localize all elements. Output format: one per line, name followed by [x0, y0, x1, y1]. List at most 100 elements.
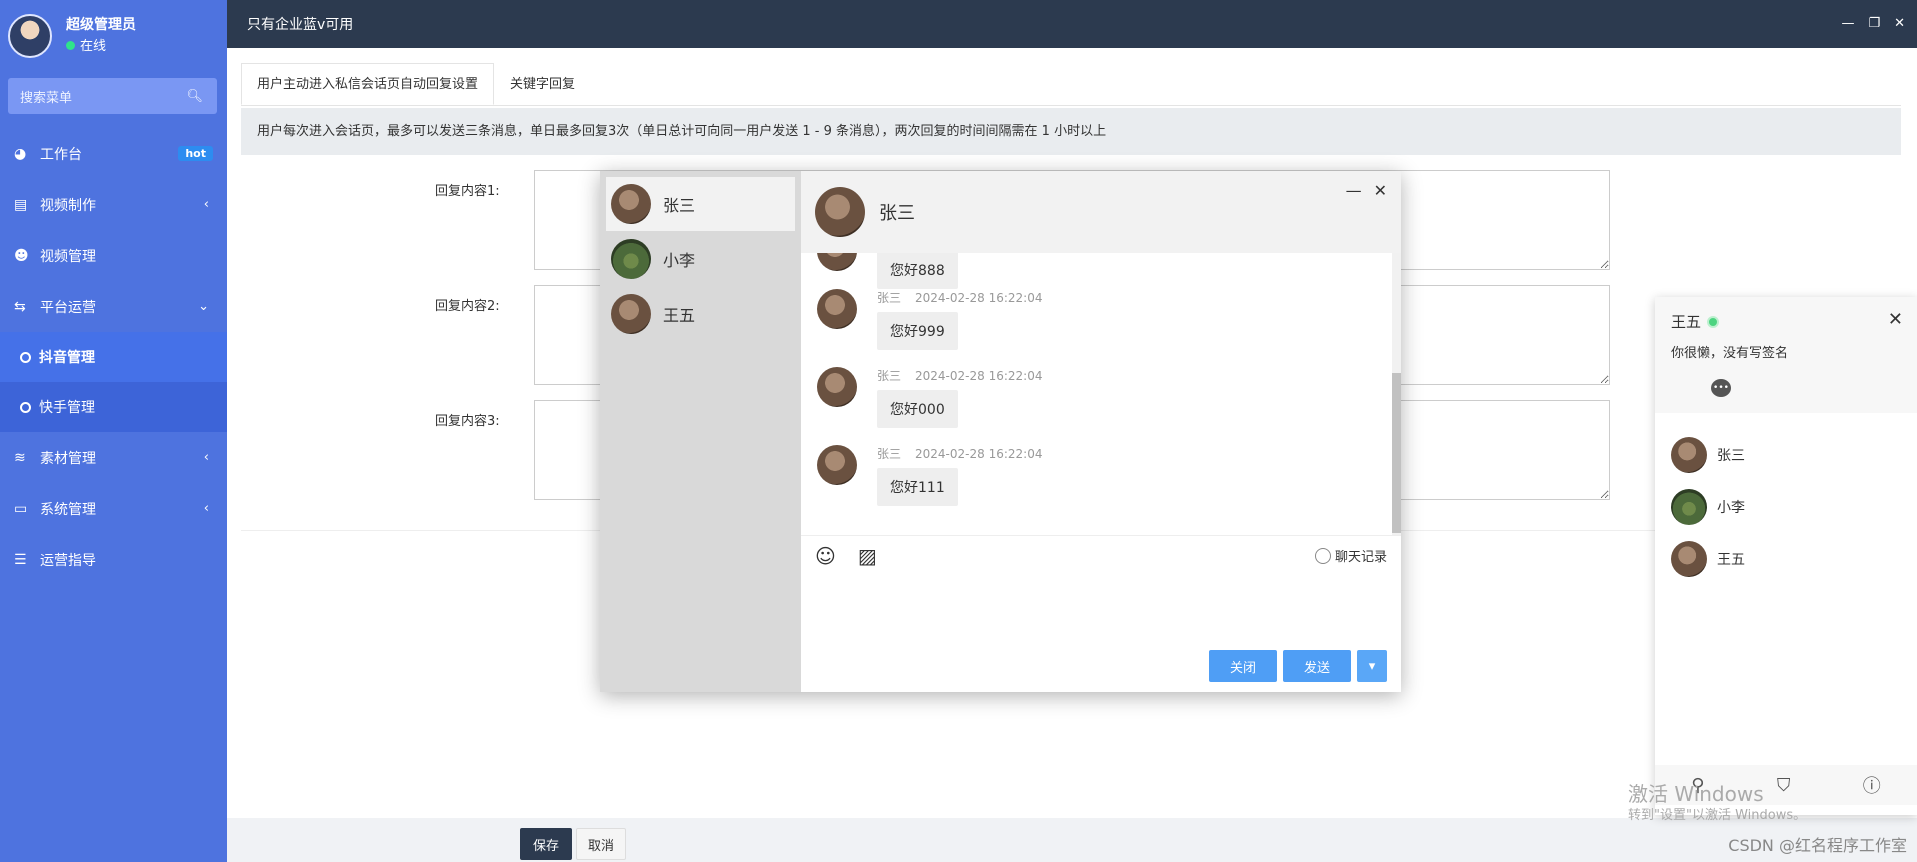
avatar: [611, 294, 651, 334]
online-dot-icon: [1707, 315, 1720, 328]
close-button[interactable]: 关闭: [1209, 650, 1277, 682]
chat-list-item[interactable]: 小李: [606, 232, 795, 286]
dashboard-icon: ◕: [14, 145, 27, 162]
reply-label-3: 回复内容3:: [435, 414, 500, 429]
message-time: 2024-02-28 16:22:04: [915, 369, 1043, 383]
message-sender: 张三: [877, 447, 902, 461]
send-options-button[interactable]: ▾: [1357, 650, 1387, 682]
chevron-left-icon: ‹: [203, 197, 209, 212]
save-button[interactable]: 保存: [520, 828, 572, 860]
message-input[interactable]: [801, 575, 1401, 645]
avatar: [817, 367, 857, 407]
message-time: 2024-02-28 16:22:04: [915, 291, 1043, 305]
contact-name: 王五: [1671, 313, 1702, 331]
contacts-panel: 王五 你很懒，没有写签名 ✕ ••• 张三 小李 王五 ⚲ ⛉ ⓘ: [1655, 297, 1917, 815]
chat-list-item[interactable]: 张三: [606, 177, 795, 231]
film-icon: ▤: [14, 196, 28, 213]
maximize-icon[interactable]: ❐: [1868, 16, 1880, 31]
contacts-header: 王五 你很懒，没有写签名 ✕ •••: [1655, 297, 1917, 413]
avatar[interactable]: [8, 14, 52, 58]
tab-auto-reply[interactable]: 用户主动进入私信会话页自动回复设置: [241, 63, 495, 105]
chevron-left-icon: ‹: [203, 450, 209, 465]
scrollbar[interactable]: [1392, 253, 1401, 535]
contact-signature: 你很懒，没有写签名: [1671, 346, 1789, 361]
cancel-button[interactable]: 取消: [576, 828, 626, 860]
search-placeholder: 搜索菜单: [20, 90, 73, 106]
search-icon[interactable]: 🔍︎: [186, 89, 203, 104]
contact-item[interactable]: 小李: [1655, 481, 1917, 533]
user-panel: 超级管理员 在线: [0, 0, 227, 72]
avatar: [815, 187, 865, 237]
close-icon[interactable]: ✕: [1894, 16, 1905, 31]
close-icon[interactable]: ✕: [1374, 181, 1387, 200]
chevron-left-icon: ‹: [203, 501, 209, 516]
chat-list-item[interactable]: 王五: [606, 287, 795, 341]
sidebar-item-system[interactable]: ▭ 系统管理 ‹: [0, 483, 227, 534]
avatar: [817, 289, 857, 329]
sidebar-item-video-manage[interactable]: ☻ 视频管理: [0, 230, 227, 281]
sidebar-item-platform[interactable]: ⇆ 平台运营 ⌄: [0, 281, 227, 332]
sidebar-item-kuaishou[interactable]: 快手管理: [0, 382, 227, 432]
menu: ◕ 工作台 hot ▤ 视频制作 ‹ ☻ 视频管理 ⇆ 平台运营 ⌄ 抖音管理 …: [0, 128, 227, 585]
sidebar-item-guide[interactable]: ☰ 运营指导: [0, 534, 227, 585]
chat-list: 张三 小李 王五: [600, 171, 801, 692]
search-input[interactable]: 搜索菜单 🔍︎: [8, 78, 217, 114]
chat-history-button[interactable]: 聊天记录: [1314, 546, 1387, 565]
chat-title: 张三: [879, 203, 915, 224]
sidebar-item-material[interactable]: ≋ 素材管理 ‹: [0, 432, 227, 483]
user-name: 超级管理员: [66, 17, 136, 33]
chevron-down-icon: ⌄: [198, 299, 209, 314]
avatar: [611, 184, 651, 224]
message-bubble: 您好888: [877, 253, 958, 289]
windows-watermark-sub: 转到"设置"以激活 Windows。: [1628, 808, 1807, 823]
chat-header: 张三 — ✕: [801, 171, 1401, 253]
layers-icon: ≋: [14, 449, 26, 466]
share-icon: ⇆: [14, 298, 26, 315]
message-list[interactable]: 您好888 张三 2024-02-28 16:22:04 您好999 张三 2024…: [801, 253, 1401, 535]
user-status: 在线: [66, 36, 136, 58]
send-button[interactable]: 发送: [1283, 650, 1351, 682]
info-icon[interactable]: ⓘ: [1863, 772, 1881, 798]
message-bubble: 您好111: [877, 468, 958, 506]
hot-badge: hot: [178, 146, 213, 161]
window-titlebar: 只有企业蓝v可用 — ❐ ✕: [227, 0, 1917, 48]
list-icon: ☰: [14, 551, 27, 568]
clock-icon: [1314, 547, 1331, 564]
chat-bubble-icon[interactable]: •••: [1711, 379, 1731, 397]
message: 张三 2024-02-28 16:22:04 您好111: [817, 445, 1042, 506]
footer-bar: [227, 818, 1917, 862]
sidebar: 超级管理员 在线 搜索菜单 🔍︎ ◕ 工作台 hot ▤ 视频制作 ‹ ☻ 视频…: [0, 0, 227, 862]
avatar: [1671, 489, 1707, 525]
message: 张三 2024-02-28 16:22:04 您好999: [817, 289, 1042, 350]
divider: [241, 105, 1901, 106]
reply-label-1: 回复内容1:: [435, 184, 500, 199]
close-icon[interactable]: ✕: [1888, 309, 1903, 330]
message: 您好888: [817, 253, 958, 289]
window-title: 只有企业蓝v可用: [247, 17, 354, 33]
avatar: [1671, 437, 1707, 473]
monitor-icon: ▭: [14, 500, 28, 517]
skin-icon[interactable]: ⛉: [1777, 775, 1791, 796]
minimize-icon[interactable]: —: [1841, 16, 1854, 31]
minimize-icon[interactable]: —: [1346, 181, 1362, 200]
circle-icon: [20, 401, 31, 413]
sidebar-item-workbench[interactable]: ◕ 工作台 hot: [0, 128, 227, 179]
tab-keyword-reply[interactable]: 关键字回复: [494, 63, 591, 105]
chat-main: 张三 — ✕ 您好888 张三 2024-02-28 16:22:04 您好999: [801, 171, 1401, 692]
scrollbar-thumb[interactable]: [1392, 373, 1401, 533]
reply-label-2: 回复内容2:: [435, 299, 500, 314]
emoji-icon[interactable]: ☺: [815, 544, 836, 568]
contact-item[interactable]: 张三: [1655, 429, 1917, 481]
avatar: [817, 253, 857, 271]
image-icon[interactable]: ▨: [858, 544, 877, 568]
sidebar-item-video-make[interactable]: ▤ 视频制作 ‹: [0, 179, 227, 230]
users-icon: ☻: [14, 247, 29, 264]
chat-window: 张三 小李 王五 张三 — ✕ 您好888 张三 2024-02-28 16:2…: [600, 171, 1401, 692]
avatar: [611, 239, 651, 279]
contact-item[interactable]: 王五: [1655, 533, 1917, 585]
message-sender: 张三: [877, 369, 902, 383]
sidebar-item-douyin[interactable]: 抖音管理: [0, 332, 227, 382]
message: 张三 2024-02-28 16:22:04 您好000: [817, 367, 1042, 428]
tab-bar: 用户主动进入私信会话页自动回复设置 关键字回复: [241, 63, 591, 105]
notice-text: 用户每次进入会话页，最多可以发送三条消息，单日最多回复3次（单日总计可向同一用户…: [241, 108, 1901, 155]
